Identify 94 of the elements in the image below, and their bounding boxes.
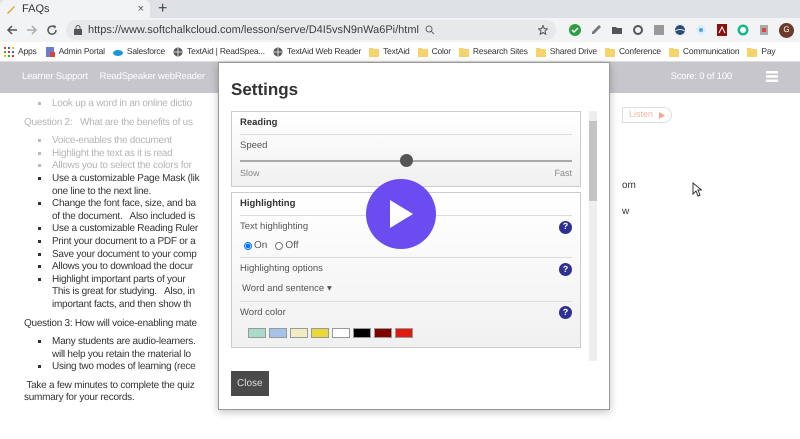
bookmark[interactable]: Salesforce xyxy=(112,45,166,58)
body-text: Voice-enables the document xyxy=(52,135,172,148)
circle-icon[interactable] xyxy=(737,24,749,36)
color-swatch[interactable] xyxy=(353,328,371,338)
dropper-icon[interactable] xyxy=(590,24,602,36)
target-icon[interactable] xyxy=(695,24,707,36)
bookmark[interactable]: Color xyxy=(418,45,451,58)
slider-label: Fast xyxy=(554,167,572,180)
question-text: Question 3: How will voice-enabling mate xyxy=(24,318,197,330)
field-label: Word color xyxy=(240,306,286,320)
color-swatch[interactable] xyxy=(332,328,350,338)
folder-icon xyxy=(418,46,428,56)
reload-icon[interactable] xyxy=(46,24,58,36)
help-icon[interactable]: ? xyxy=(559,306,572,320)
back-icon[interactable] xyxy=(6,24,18,36)
page-icon xyxy=(44,46,55,56)
radio-option[interactable]: Off xyxy=(275,238,298,254)
document-icon[interactable] xyxy=(716,24,728,36)
address-bar[interactable]: https://www.softchalkcloud.com/lesson/serve/D4I5vsN9nWa6Pi/html xyxy=(66,20,556,40)
field-label: Text highlighting xyxy=(240,220,308,234)
body-text: Change the font face, size, and ba of the document. Also included is xyxy=(52,198,196,224)
bookmark[interactable]: Conference xyxy=(604,45,661,58)
body-text: Print your document to a PDF or a xyxy=(52,236,196,249)
cursor-icon xyxy=(692,182,702,197)
score-text: Score: 0 of 100 xyxy=(670,70,732,84)
folder-icon xyxy=(668,46,679,56)
check-circle-icon[interactable] xyxy=(569,24,581,36)
body-text: Allows you to select the colors for xyxy=(52,160,192,173)
section-heading: Reading xyxy=(240,116,572,135)
body-text: w xyxy=(622,205,630,219)
color-swatch[interactable] xyxy=(311,328,329,338)
folder-icon xyxy=(458,46,469,56)
pen-icon xyxy=(6,4,16,14)
field-label: Highlighting options xyxy=(240,262,323,276)
grid-icon xyxy=(4,46,14,56)
body-text: Many students are audio-learners. will help you retain the material lo xyxy=(52,336,196,362)
help-icon[interactable]: ? xyxy=(559,262,572,276)
new-tab-button[interactable]: + xyxy=(150,0,176,18)
globe-icon xyxy=(272,46,283,56)
menu-icon xyxy=(766,71,778,82)
field-label: Speed xyxy=(240,138,268,153)
url-text: https://www.softchalkcloud.com/lesson/serve/D4I5vsN9nWa6Pi/html xyxy=(88,22,419,38)
globe-icon[interactable] xyxy=(674,24,686,36)
color-swatch[interactable] xyxy=(290,328,308,338)
close-button[interactable]: Close xyxy=(231,370,269,396)
body-text: Highlight important parts of your This is great for studying. Also, in important facts, and then show th xyxy=(52,274,195,312)
body-text: Save your document to your comp xyxy=(52,248,197,262)
folder-icon xyxy=(747,46,758,56)
bookmark[interactable]: Research Sites xyxy=(458,45,528,58)
body-text: Look up a word in an online dictio xyxy=(52,98,192,111)
body-text: om xyxy=(622,179,636,193)
star-icon[interactable] xyxy=(538,25,548,35)
browser-tab[interactable]: FAQs × xyxy=(0,0,150,18)
slider-label: Slow xyxy=(240,167,260,180)
help-icon[interactable]: ? xyxy=(559,220,572,234)
color-swatch[interactable] xyxy=(374,328,392,338)
radio-button[interactable] xyxy=(244,242,252,250)
tablet-icon[interactable] xyxy=(758,24,770,36)
question-text: Question 2: What are the benefits of us xyxy=(24,116,193,130)
bookmark[interactable]: Shared Drive xyxy=(536,45,597,58)
folder-icon xyxy=(369,46,380,56)
bookmark[interactable]: Communication xyxy=(668,45,740,58)
folder-icon xyxy=(536,46,546,56)
ring-icon[interactable] xyxy=(632,24,644,36)
body-text: Using two modes of learning (rece xyxy=(52,361,196,374)
play-icon xyxy=(659,112,666,118)
play-icon xyxy=(388,199,414,229)
dialog-title: Settings xyxy=(231,79,300,101)
radio-button[interactable] xyxy=(275,242,284,250)
bookmark[interactable]: TextAid xyxy=(369,45,410,58)
folder-icon xyxy=(604,46,615,56)
lock-icon xyxy=(74,25,82,35)
body-text: Use a customizable Reading Ruler xyxy=(52,223,198,236)
dropdown[interactable]: Word and sentence ▾ xyxy=(240,280,338,297)
bookmark[interactable]: TextAid Web Reader xyxy=(272,45,362,58)
color-swatch[interactable] xyxy=(269,328,287,338)
bookmark[interactable]: Admin Portal xyxy=(44,45,105,58)
square-icon[interactable] xyxy=(653,24,665,36)
color-swatch[interactable] xyxy=(248,328,266,338)
bookmark[interactable]: TextAid | ReadSpea... xyxy=(173,45,265,58)
body-text: Take a few minutes to complete the quiz summary for your records. xyxy=(24,380,194,406)
globe-icon xyxy=(173,46,184,56)
folder-icon[interactable] xyxy=(611,24,623,36)
color-swatch[interactable] xyxy=(395,328,413,338)
slider-thumb[interactable] xyxy=(400,154,413,168)
body-text: Allows you to download the docur xyxy=(52,261,193,274)
body-text: Highlight the text as it is read xyxy=(52,148,172,160)
avatar[interactable]: G xyxy=(779,22,794,38)
bookmark[interactable]: Apps xyxy=(4,45,37,58)
radio-option[interactable]: On xyxy=(244,238,268,254)
body-text: Use a customizable Page Mask (lik one line to the next line. xyxy=(52,172,200,198)
zoom-icon[interactable] xyxy=(424,25,435,35)
bookmark[interactable]: Pay xyxy=(747,45,776,58)
scrollbar[interactable] xyxy=(589,110,597,360)
